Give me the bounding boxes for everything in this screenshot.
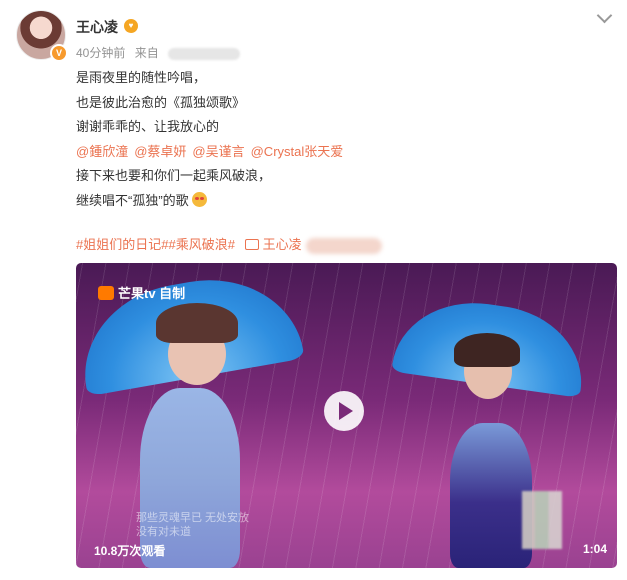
mention-link[interactable]: @吴谨言 (192, 144, 244, 159)
member-crown-icon: ♥ (124, 19, 138, 33)
view-count: 10.8万次观看 (94, 544, 166, 558)
content-text: 继续唱不“孤独”的歌 (76, 192, 189, 208)
play-button[interactable] (324, 391, 364, 431)
topic-tags: #姐姐们的日记##乘风破浪# 王心凌 (76, 234, 382, 254)
content-line: 谢谢乖乖的、让我放心的 (76, 119, 220, 135)
mango-logo-icon (98, 286, 114, 300)
mango-tv-logo: 芒果tv 自制 (98, 283, 185, 302)
mention-link[interactable]: @蔡卓妍 (134, 144, 186, 159)
post-source-blurred (168, 47, 241, 60)
content-line: 也是彼此治愈的《孤独颂歌》 (76, 94, 246, 110)
post-content: 是雨夜里的随性吟唱， 也是彼此治愈的《孤独颂歌》 谢谢乖乖的、让我放心的 @鍾欣… (76, 66, 349, 214)
mention-link[interactable]: @鍾欣潼 (76, 144, 128, 159)
video-duration: 1:04 (582, 542, 607, 556)
content-line: 是雨夜里的随性吟唱， (76, 70, 207, 85)
link-blurred (305, 237, 382, 254)
subtitle-line: 没有对未道 (136, 526, 191, 538)
post-time[interactable]: 40分钟前 (76, 46, 125, 60)
topic-tag[interactable]: #姐姐们的日记# (76, 237, 168, 252)
topic-tag[interactable]: #乘风破浪# (168, 237, 234, 252)
mention-link[interactable]: @Crystal张天爱 (251, 144, 344, 159)
content-line-with-emoji: 继续唱不“孤独”的歌 (76, 189, 349, 214)
smile-emoji-icon (192, 191, 208, 207)
video-link[interactable]: 王心凌 (263, 237, 302, 252)
post-source-prefix: 来自 (134, 46, 159, 60)
person-right (386, 263, 617, 568)
chevron-down-icon[interactable] (596, 7, 613, 24)
verified-badge-icon: V (50, 44, 68, 62)
username[interactable]: 王心凌 (76, 17, 118, 37)
content-line: 接下来也要和你们一起乘风破浪， (76, 168, 272, 184)
mosaic-blur (522, 491, 562, 549)
post-meta: 40分钟前 来自 (76, 44, 246, 61)
video-subtitle: 那些灵魂早已 无处安放 没有对未道 (136, 511, 249, 539)
mentions-line: @鍾欣潼 @蔡卓妍 @吴谨言 @Crystal张天爱 (76, 140, 349, 165)
link-icon (244, 239, 259, 250)
subtitle-line: 那些灵魂早已 无处安放 (136, 512, 250, 524)
logo-text: 芒果tv 自制 (118, 286, 186, 301)
video-player[interactable]: 芒果tv 自制 那些灵魂早已 无处安放 没有对未道 10.8万次观看 1:04 (76, 263, 617, 568)
